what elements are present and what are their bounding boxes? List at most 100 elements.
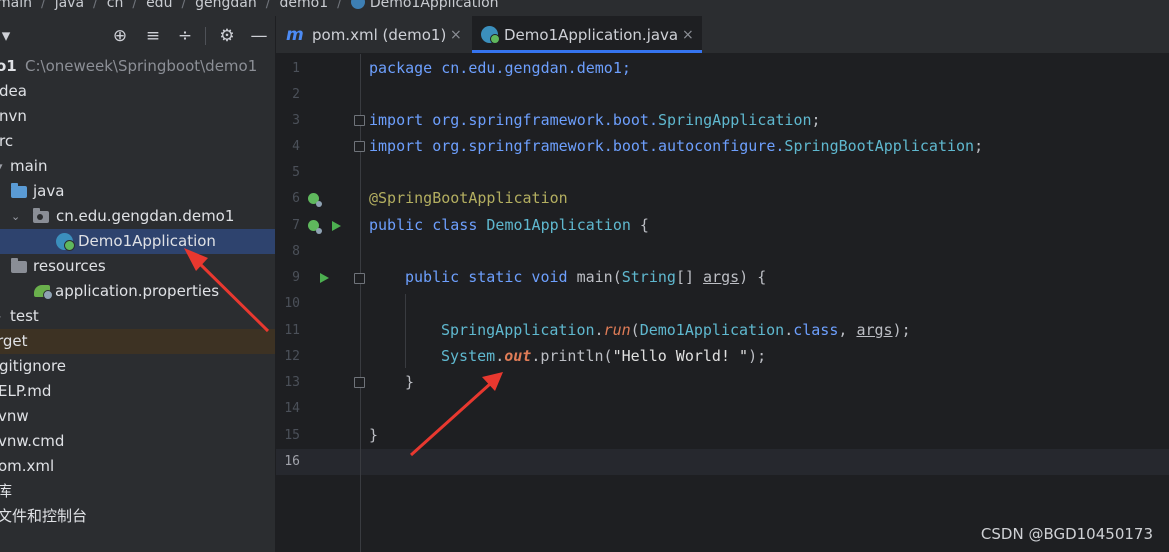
tree-item-external-libraries[interactable]: 库 — [0, 479, 275, 504]
code-line-1: package cn.edu.gengdan.demo1; — [369, 59, 631, 77]
toolbar-divider — [205, 27, 206, 45]
tab-demo1application-java[interactable]: Demo1Application.java × — [472, 16, 702, 53]
run-icon[interactable] — [332, 221, 341, 231]
tree-item-pom-xml[interactable]: om.xml — [0, 454, 275, 479]
target-icon[interactable]: ⊕ — [110, 26, 130, 46]
tree-item-test[interactable]: › test — [0, 304, 275, 329]
chevron-right-icon[interactable]: › — [0, 304, 1, 329]
tree-item-demo1application[interactable]: Demo1Application — [0, 229, 275, 254]
code-editor[interactable]: 1 2 3 4 5 6 7 8 9 10 11 12 13 14 15 16 p… — [276, 54, 1169, 552]
tab-label: pom.xml (demo1) — [312, 26, 447, 44]
tree-item-label: resources — [33, 257, 106, 275]
editor-tab-bar: m pom.xml (demo1) × Demo1Application.jav… — [276, 16, 1169, 54]
tree-item-label: 库 — [0, 479, 12, 504]
tree-item-label: java — [33, 182, 65, 200]
current-line-highlight — [276, 449, 1169, 475]
breadcrumb-separator: / — [132, 0, 138, 11]
line-number: 2 — [292, 87, 300, 102]
tree-item-mvn[interactable]: nvn — [0, 104, 275, 129]
chevron-down-icon[interactable]: ▾ — [0, 26, 16, 46]
fold-marker-icon[interactable] — [354, 115, 365, 126]
tree-item-target[interactable]: rget — [0, 329, 275, 354]
line-number: 11 — [284, 323, 300, 338]
gear-icon[interactable]: ⚙ — [217, 26, 237, 46]
tab-pom-xml[interactable]: m pom.xml (demo1) × — [276, 16, 468, 53]
tree-item-java[interactable]: java — [0, 179, 275, 204]
line-number: 15 — [284, 428, 300, 443]
tree-item-resources[interactable]: resources — [0, 254, 275, 279]
tree-item-label: application.properties — [55, 282, 220, 300]
code-line-12: System.out.println("Hello World! "); — [441, 347, 767, 365]
line-number: 4 — [292, 139, 300, 154]
collapse-all-icon[interactable]: ÷ — [175, 26, 195, 46]
tree-item-label: 文件和控制台 — [0, 507, 88, 525]
code-line-15: } — [369, 426, 379, 444]
line-number: 7 — [292, 218, 300, 233]
minimize-icon[interactable]: — — [249, 26, 269, 46]
line-number-current: 16 — [284, 454, 300, 469]
chevron-down-icon[interactable]: ▾ — [0, 154, 3, 179]
tree-item-mvnw[interactable]: vnw — [0, 404, 275, 429]
tree-item-scratches-consoles[interactable]: 文件和控制台 — [0, 504, 275, 529]
spring-class-icon — [350, 0, 365, 9]
breadcrumb-separator: / — [265, 0, 271, 11]
fold-marker-icon[interactable] — [354, 273, 365, 284]
line-number: 3 — [292, 113, 300, 128]
resources-folder-icon — [11, 258, 27, 273]
tree-item-main[interactable]: ▾ main — [0, 154, 275, 179]
tree-item-label: rc — [0, 132, 14, 150]
breadcrumb-item-java[interactable]: java — [55, 0, 84, 11]
breadcrumb-separator: / — [181, 0, 187, 11]
breadcrumb-item-cn[interactable]: cn — [107, 0, 124, 11]
breadcrumb-item-gengdan[interactable]: gengdan — [195, 0, 257, 11]
tree-item-src[interactable]: rc — [0, 129, 275, 154]
indent-guide — [405, 294, 406, 368]
fold-marker-icon[interactable] — [354, 141, 365, 152]
code-line-3: import org.springframework.boot.SpringAp… — [369, 111, 821, 129]
breadcrumb-item-demo1application[interactable]: Demo1Application — [370, 0, 499, 11]
close-icon[interactable]: × — [682, 16, 694, 54]
tree-item-label: om.xml — [0, 457, 55, 475]
close-icon[interactable]: × — [450, 16, 462, 54]
run-icon[interactable] — [320, 273, 329, 283]
tree-item-label: vnw — [0, 407, 29, 425]
tree-item-label: ELP.md — [0, 382, 52, 400]
tree-item-project-root[interactable]: o1 C:\oneweek\Springboot\demo1 — [0, 54, 275, 79]
tree-item-idea[interactable]: dea — [0, 79, 275, 104]
spring-bean-icon[interactable] — [308, 193, 322, 207]
tree-item-label: nvn — [0, 107, 27, 125]
tree-item-mvnw-cmd[interactable]: vnw.cmd — [0, 429, 275, 454]
tree-item-label: gitignore — [0, 357, 67, 375]
spring-class-icon — [56, 233, 75, 251]
breadcrumb-item-main[interactable]: main — [0, 0, 32, 11]
chevron-down-icon[interactable]: ⌄ — [11, 204, 20, 229]
code-line-4: import org.springframework.boot.autoconf… — [369, 137, 984, 155]
line-number: 13 — [284, 375, 300, 390]
line-number: 5 — [292, 165, 300, 180]
breadcrumb: main / java / cn / edu / gengdan / demo1 / Demo1Appl… — [0, 0, 1169, 16]
watermark: CSDN @BGD10450173 — [980, 525, 1153, 543]
breadcrumb-separator: / — [40, 0, 46, 11]
code-line-13: } — [405, 373, 415, 391]
code-line-7: public class Demo1Application { — [369, 216, 649, 234]
tree-item-label: cn.edu.gengdan.demo1 — [56, 207, 235, 225]
project-tool-window: ▾ ⊕ ≡ ÷ ⚙ — o1 C:\oneweek\Springboot\dem… — [0, 16, 276, 552]
breadcrumb-item-edu[interactable]: edu — [146, 0, 172, 11]
breadcrumb-item-demo1[interactable]: demo1 — [279, 0, 328, 11]
tree-item-package[interactable]: ⌄ cn.edu.gengdan.demo1 — [0, 204, 275, 229]
tree-item-application-properties[interactable]: application.properties — [0, 279, 275, 304]
line-number: 1 — [292, 61, 300, 76]
tree-item-gitignore[interactable]: gitignore — [0, 354, 275, 379]
line-number: 8 — [292, 244, 300, 259]
maven-icon: m — [286, 25, 304, 45]
tree-item-help-md[interactable]: ELP.md — [0, 379, 275, 404]
line-number: 9 — [292, 270, 300, 285]
fold-marker-icon[interactable] — [354, 377, 365, 388]
tree-item-label: rget — [0, 332, 28, 350]
tree-item-label: Demo1Application — [78, 232, 216, 250]
tree-item-label: o1 — [0, 57, 17, 75]
code-line-9: public static void main(String[] args) { — [405, 268, 767, 286]
expand-all-icon[interactable]: ≡ — [143, 26, 163, 46]
tree-item-label: main — [10, 157, 48, 175]
spring-bean-icon[interactable] — [308, 220, 322, 234]
